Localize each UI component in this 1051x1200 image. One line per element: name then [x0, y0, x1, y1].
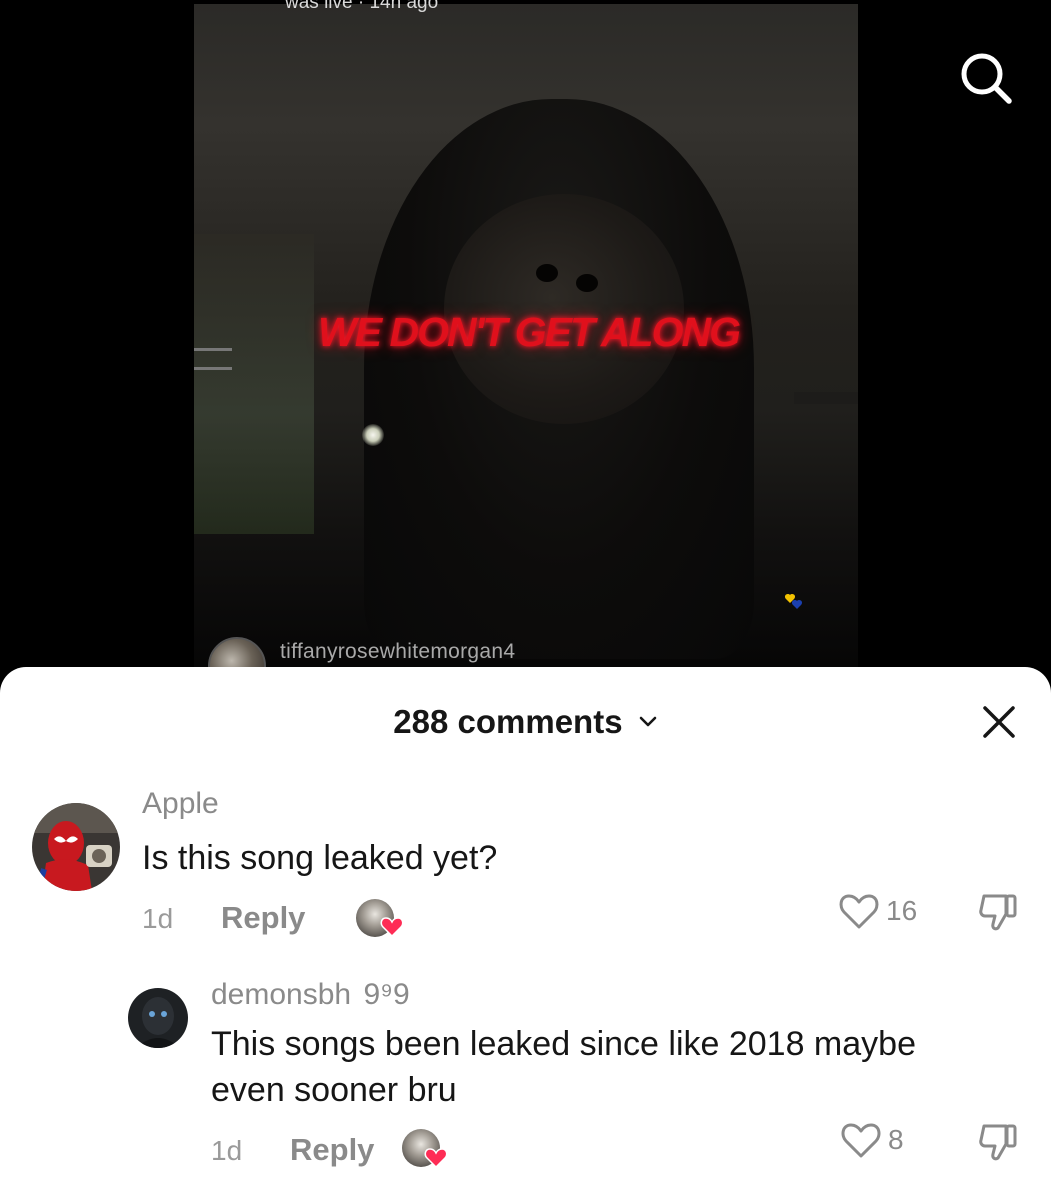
dislike-button[interactable]	[976, 890, 1022, 934]
heart-filled-icon	[424, 1148, 448, 1168]
like-count: 16	[886, 895, 918, 926]
search-button[interactable]	[956, 48, 1014, 106]
heart-filled-icon	[380, 917, 404, 937]
live-status-label: was live · 14h ago	[285, 0, 439, 13]
search-icon	[961, 53, 1012, 104]
song-title-overlay: WE DON'T GET ALONG	[318, 309, 741, 355]
video-person-nostril	[536, 264, 558, 282]
like-button[interactable]: 8	[840, 1118, 904, 1162]
reply-button[interactable]: Reply	[221, 900, 305, 936]
like-button[interactable]: 16	[838, 889, 917, 933]
comment-username[interactable]: Apple	[142, 787, 219, 821]
dark-masked-avatar-image	[128, 988, 188, 1048]
close-icon	[983, 706, 1015, 738]
creator-row[interactable]: tiffanyrosewhitemorgan4	[208, 632, 515, 695]
comments-sheet: 288 comments Apple Is this song leaked y…	[0, 667, 1051, 1200]
creator-username[interactable]: tiffanyrosewhitemorgan4	[280, 640, 515, 664]
commenter-avatar[interactable]	[32, 803, 120, 891]
dislike-button[interactable]	[976, 1120, 1022, 1164]
heart-outline-icon	[841, 1123, 881, 1158]
comment-item: Apple Is this song leaked yet? 1d Reply …	[0, 787, 1051, 957]
comment-age: 1d	[142, 903, 174, 934]
comment-text: Is this song leaked yet?	[142, 839, 498, 877]
comments-header: 288 comments	[0, 667, 1051, 777]
spider-man-avatar-image	[32, 803, 120, 891]
like-count: 8	[888, 1124, 904, 1155]
reply-comment-item: demonsbh 9⁹9 This songs been leaked sinc…	[0, 972, 1051, 1197]
video-person-nostril	[576, 274, 598, 292]
comment-text-line-1: This songs been leaked since like 2018 m…	[211, 1025, 916, 1063]
close-button[interactable]	[976, 699, 1022, 745]
hearts-emoji-icon	[784, 594, 803, 609]
comment-username[interactable]: demonsbh 9⁹9	[211, 978, 410, 1012]
reply-button[interactable]: Reply	[290, 1132, 374, 1168]
comment-username-text: demonsbh	[211, 978, 352, 1011]
thumbs-down-icon	[979, 894, 1017, 931]
video-light-spot	[362, 424, 384, 446]
comments-count-button[interactable]: 288 comments	[0, 703, 1051, 741]
commenter-avatar[interactable]	[128, 988, 188, 1048]
video-background-wall	[194, 234, 314, 534]
video-background-shelf	[794, 392, 858, 404]
chevron-down-icon	[639, 716, 657, 727]
username-badge: 9⁹9	[363, 978, 410, 1011]
heart-outline-icon	[839, 894, 879, 929]
video-player[interactable]: was live · 14h ago WE DON'T GET ALONG ti…	[0, 0, 1051, 695]
comment-text-line-2: even sooner bru	[211, 1071, 457, 1109]
thumbs-down-icon	[979, 1124, 1017, 1161]
comment-age: 1d	[211, 1135, 243, 1166]
comments-count-label: 288 comments	[393, 703, 623, 740]
